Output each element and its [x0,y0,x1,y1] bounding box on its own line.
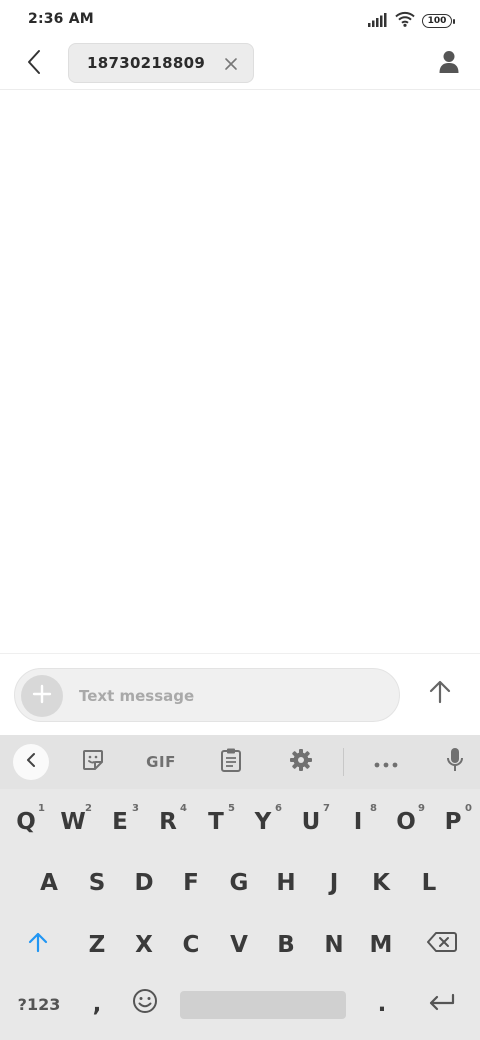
status-time: 2:36 AM [28,11,94,27]
message-input[interactable] [79,682,379,710]
composer-bar [0,653,480,735]
enter-icon [428,991,456,1017]
key-w[interactable]: W2 [51,797,95,847]
key-label: U [301,809,321,835]
plus-icon [32,684,52,708]
key-n[interactable]: N [312,921,356,969]
shift-arrow-icon [28,931,48,959]
clipboard-icon [220,747,242,777]
key-hint: 1 [38,803,45,814]
key-hint: 5 [228,803,235,814]
conversation-area [0,91,480,653]
key-label: R [159,809,177,835]
key-hint: 8 [370,803,377,814]
settings-button[interactable] [283,744,319,780]
key-d[interactable]: D [122,859,166,907]
key-label: W [60,809,86,835]
key-j[interactable]: J [312,859,356,907]
key-k[interactable]: K [359,859,403,907]
period-key[interactable]: . [360,982,404,1026]
key-y[interactable]: Y6 [241,797,285,847]
attach-button[interactable] [21,675,63,717]
key-q[interactable]: Q1 [4,797,48,847]
key-e[interactable]: E3 [98,797,142,847]
recipient-chip[interactable]: 18730218809 [68,43,254,83]
key-m[interactable]: M [359,921,403,969]
key-p[interactable]: P0 [431,797,475,847]
wifi-icon [395,11,415,31]
key-hint: 2 [85,803,92,814]
more-button[interactable] [368,744,404,780]
gear-icon [289,748,313,776]
shift-key[interactable] [14,923,62,967]
key-r[interactable]: R4 [146,797,190,847]
sticker-button[interactable] [75,744,111,780]
key-hint: 6 [275,803,282,814]
emoji-key[interactable] [122,982,168,1026]
signal-icon [368,12,388,31]
more-icon [374,753,398,772]
conversation-header: 18730218809 [0,42,480,90]
key-hint: 4 [180,803,187,814]
chevron-left-icon [25,752,37,772]
key-label: P [444,809,462,835]
key-label: E [112,809,128,835]
key-label: Y [254,809,272,835]
keyboard: G I F Q 1 W 2 E 3 R 4 T 5 Y 6 U 7 I 8 O 9 … [0,735,480,1040]
symbols-key[interactable]: ?123 [4,982,74,1026]
battery-icon: 100 [422,14,455,28]
send-button[interactable] [420,674,460,714]
key-z[interactable]: Z [75,921,119,969]
key-label: Q [16,809,36,835]
keyboard-collapse-button[interactable] [13,744,49,780]
key-l[interactable]: L [407,859,451,907]
key-s[interactable]: S [75,859,119,907]
status-bar: 2:36 AM 100 [0,0,480,42]
person-icon [439,50,459,78]
emoji-icon [132,988,158,1020]
key-h[interactable]: H [264,859,308,907]
compose-field[interactable] [14,668,400,722]
key-hint: 9 [418,803,425,814]
backspace-key[interactable] [418,923,466,967]
key-g[interactable]: G [217,859,261,907]
sticker-icon [81,748,105,776]
key-x[interactable]: X [122,921,166,969]
backspace-icon [427,932,457,958]
key-i[interactable]: I8 [336,797,380,847]
key-a[interactable]: A [27,859,71,907]
keyboard-toolbar: GIF [0,735,480,789]
back-arrow-icon [26,49,42,79]
key-u[interactable]: U7 [289,797,333,847]
key-b[interactable]: B [264,921,308,969]
close-icon[interactable] [223,56,239,72]
back-button[interactable] [18,48,50,80]
key-label: I [353,809,363,835]
spacebar[interactable] [180,991,346,1019]
key-f[interactable]: F [169,859,213,907]
toolbar-divider [343,748,344,776]
key-v[interactable]: V [217,921,261,969]
key-hint: 3 [132,803,139,814]
contact-button[interactable] [434,49,464,79]
arrow-up-icon [429,680,451,708]
key-t[interactable]: T5 [194,797,238,847]
comma-key[interactable]: , [76,982,118,1026]
clipboard-button[interactable] [213,744,249,780]
voice-input-button[interactable] [437,744,473,780]
key-hint: 0 [465,803,472,814]
recipient-number: 18730218809 [87,54,206,72]
key-o[interactable]: O9 [384,797,428,847]
key-label: T [208,809,224,835]
mic-icon [446,747,464,777]
gif-button[interactable]: GIF [143,744,179,780]
key-label: O [396,809,416,835]
key-hint: 7 [323,803,330,814]
status-icons: 100 [368,11,455,31]
key-c[interactable]: C [169,921,213,969]
enter-key[interactable] [418,982,466,1026]
